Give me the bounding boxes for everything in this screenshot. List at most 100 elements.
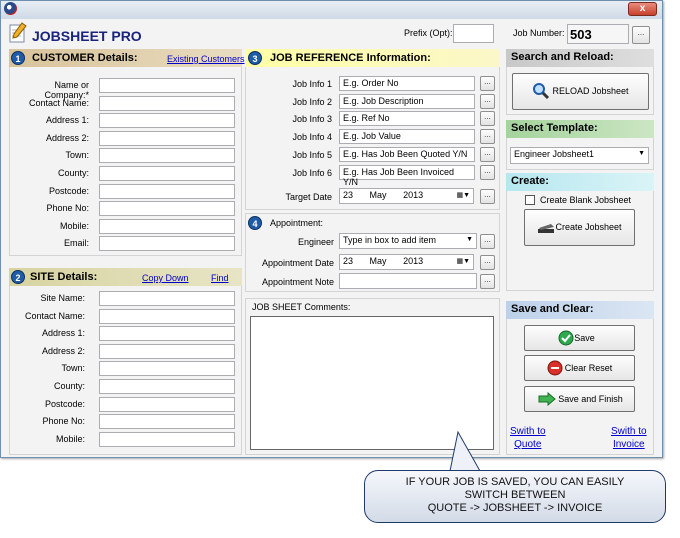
switch-to-invoice-link[interactable]: Swith to Invoice bbox=[611, 425, 647, 451]
invoice-link-line2: Invoice bbox=[612, 439, 645, 450]
quote-link-line1: Swith to bbox=[510, 426, 546, 437]
site-label-8: Phone No: bbox=[42, 416, 85, 427]
site-label-5: Town: bbox=[61, 363, 85, 374]
appointment-date-label: Appointment Date bbox=[261, 258, 334, 268]
job-info-button-6[interactable]: ... bbox=[480, 164, 495, 180]
job-reference-title: JOB REFERENCE Information: bbox=[270, 52, 431, 64]
appointment-note-button[interactable]: ... bbox=[480, 274, 495, 289]
site-input-6[interactable] bbox=[99, 379, 235, 394]
job-info-button-2[interactable]: ... bbox=[480, 93, 495, 109]
job-info-button-5[interactable]: ... bbox=[480, 146, 495, 162]
switch-to-quote-link[interactable]: Swith to Quote bbox=[510, 425, 546, 451]
site-input-4[interactable] bbox=[99, 343, 235, 359]
callout-line-1: IF YOUR JOB IS SAVED, YOU CAN EASILY bbox=[405, 476, 625, 488]
job-info-button-3[interactable]: ... bbox=[480, 111, 495, 127]
step-3-badge: 3 bbox=[248, 51, 262, 65]
site-label-4: Address 2: bbox=[41, 345, 85, 356]
job-info-input-4[interactable]: E.g. Job Value bbox=[339, 129, 475, 145]
appointment-date-button[interactable]: ... bbox=[480, 255, 495, 270]
appointment-title: Appointment: bbox=[270, 218, 324, 228]
blank-jobsheet-checkbox[interactable] bbox=[525, 195, 535, 205]
info-callout: IF YOUR JOB IS SAVED, YOU CAN EASILY SWI… bbox=[364, 470, 666, 523]
appointment-date-picker[interactable]: 23 May 2013 ▦▼ bbox=[339, 254, 474, 270]
step-1-badge: 1 bbox=[11, 51, 25, 65]
calendar-dropdown-icon[interactable]: ▦▼ bbox=[456, 257, 470, 265]
customer-label-6: County: bbox=[57, 168, 89, 178]
prefix-input[interactable] bbox=[453, 24, 494, 43]
job-info-input-5[interactable]: E.g. Has Job Been Quoted Y/N bbox=[339, 146, 475, 162]
app-title: JOBSHEET PRO bbox=[32, 28, 142, 44]
customer-input-9[interactable] bbox=[99, 218, 235, 234]
customer-input-7[interactable] bbox=[99, 183, 235, 199]
clear-reset-button[interactable]: Clear Reset bbox=[524, 355, 635, 381]
customer-label-5: Town: bbox=[65, 150, 89, 161]
finish-label: Save and Finish bbox=[558, 394, 623, 404]
quote-link-line2: Quote bbox=[514, 439, 542, 450]
job-info-input-6[interactable]: E.g. Has Job Been Invoiced Y/N bbox=[339, 164, 475, 187]
template-select[interactable]: Engineer Jobsheet1 ▼ bbox=[510, 147, 649, 164]
customer-label-4: Address 2: bbox=[45, 132, 89, 143]
title-bar[interactable] bbox=[1, 1, 662, 19]
calendar-dropdown-icon[interactable]: ▦▼ bbox=[456, 191, 470, 199]
target-date-button[interactable]: ... bbox=[480, 189, 495, 204]
chevron-down-icon[interactable]: ▼ bbox=[638, 150, 645, 157]
save-button[interactable]: Save bbox=[524, 325, 635, 351]
app-icon bbox=[4, 2, 17, 15]
job-info-input-2[interactable]: E.g. Job Description bbox=[339, 93, 475, 109]
site-input-8[interactable] bbox=[99, 414, 235, 430]
engineer-value: Type in box to add item bbox=[343, 235, 437, 245]
create-label: Create Jobsheet bbox=[555, 222, 622, 232]
job-number-browse-button[interactable]: ... bbox=[632, 26, 650, 44]
customer-input-10[interactable] bbox=[99, 236, 235, 252]
job-info-label-1: Job Info 1 bbox=[292, 79, 332, 89]
customer-input-2[interactable] bbox=[99, 95, 235, 111]
job-info-button-1[interactable]: ... bbox=[480, 76, 495, 91]
arrow-right-icon bbox=[538, 392, 556, 406]
job-info-label-4: Job Info 4 bbox=[292, 132, 332, 143]
target-date-month: May bbox=[369, 190, 387, 200]
customer-label-7: Postcode: bbox=[48, 185, 89, 196]
job-info-button-4[interactable]: ... bbox=[480, 129, 495, 145]
close-button[interactable]: x bbox=[628, 2, 657, 16]
job-info-label-6: Job Info 6 bbox=[292, 167, 332, 178]
customer-input-6[interactable] bbox=[99, 166, 235, 181]
job-info-label-3: Job Info 3 bbox=[292, 114, 332, 125]
find-site-link[interactable]: Find bbox=[211, 273, 229, 283]
site-title: SITE Details: bbox=[30, 271, 98, 283]
customer-label-8: Phone No: bbox=[46, 203, 89, 214]
step-2-badge: 2 bbox=[11, 270, 25, 284]
job-info-input-3[interactable]: E.g. Ref No bbox=[339, 111, 475, 127]
target-date-label: Target Date bbox=[285, 192, 332, 202]
engineer-button[interactable]: ... bbox=[480, 234, 495, 249]
site-input-1[interactable] bbox=[99, 291, 235, 306]
customer-label-3: Address 1: bbox=[45, 115, 89, 126]
customer-input-3[interactable] bbox=[99, 113, 235, 129]
job-number-field[interactable]: 503 bbox=[567, 24, 629, 44]
customer-input-1[interactable] bbox=[99, 78, 235, 93]
customer-input-8[interactable] bbox=[99, 201, 235, 217]
engineer-select[interactable]: Type in box to add item ▼ bbox=[339, 233, 477, 249]
site-input-9[interactable] bbox=[99, 431, 235, 447]
magnifier-icon bbox=[533, 83, 550, 100]
appointment-note-label: Appointment Note bbox=[261, 277, 334, 287]
site-label-7: Postcode: bbox=[44, 398, 85, 409]
customer-input-5[interactable] bbox=[99, 148, 235, 164]
site-input-3[interactable] bbox=[99, 326, 235, 342]
site-input-5[interactable] bbox=[99, 361, 235, 377]
site-input-7[interactable] bbox=[99, 396, 235, 412]
customer-label-2: Contact Name: bbox=[28, 97, 89, 108]
stop-icon bbox=[547, 360, 563, 376]
engineer-label: Engineer bbox=[297, 237, 334, 247]
copy-down-link[interactable]: Copy Down bbox=[142, 273, 189, 283]
customer-label-10: Email: bbox=[63, 238, 89, 249]
job-info-input-1[interactable]: E.g. Order No bbox=[339, 76, 475, 91]
comments-title: JOB SHEET Comments: bbox=[252, 302, 351, 312]
appointment-note-input[interactable] bbox=[339, 273, 477, 289]
site-input-2[interactable] bbox=[99, 308, 235, 324]
job-info-label-5: Job Info 5 bbox=[292, 149, 332, 160]
template-value: Engineer Jobsheet1 bbox=[514, 149, 595, 159]
chevron-down-icon[interactable]: ▼ bbox=[466, 236, 473, 243]
existing-customers-link[interactable]: Existing Customers bbox=[167, 54, 245, 64]
target-date-picker[interactable]: 23 May 2013 ▦▼ bbox=[339, 188, 474, 204]
customer-input-4[interactable] bbox=[99, 130, 235, 146]
